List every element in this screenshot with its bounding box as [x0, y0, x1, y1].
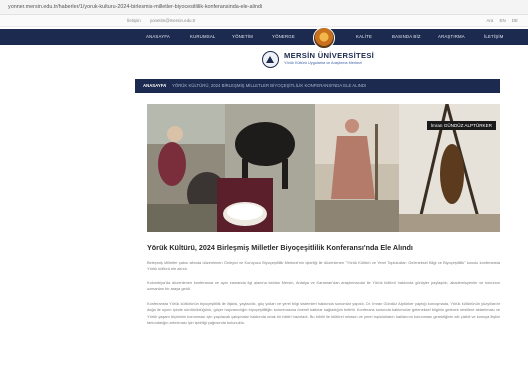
breadcrumb: ANASAYFA / YÖRÜK KÜLTÜRÜ, 2024 BİRLEŞMİŞ…: [135, 79, 500, 93]
university-emblem-icon: [262, 51, 279, 68]
nav-item-press[interactable]: BASINDA BİZ: [392, 34, 421, 39]
nav-item-corporate[interactable]: KURUMSAL: [190, 34, 215, 39]
nav-item-research[interactable]: ARAŞTIRMA: [438, 34, 465, 39]
brand-name: MERSİN ÜNİVERSİTESİ: [284, 51, 375, 60]
nav-item-quality[interactable]: KALİTE: [356, 34, 372, 39]
university-logo-icon[interactable]: [313, 27, 335, 49]
article-title: Yörük Kültürü, 2024 Birleşmiş Milletler …: [147, 243, 413, 252]
browser-address-bar[interactable]: yonner.mersin.edu.tr/haberler/1/yoruk-ku…: [0, 0, 528, 15]
utility-links: İletişim yonetim@mersin.edu.tr: [127, 18, 203, 23]
article-paragraph-1: Birleşmiş Milletler çatısı altında düzen…: [147, 260, 500, 272]
photo-credit: İmran GÜNDÜZ ALPTÜRKER: [426, 121, 496, 130]
nav-item-contact[interactable]: İLETİŞİM: [484, 34, 504, 39]
site-brand[interactable]: MERSİN ÜNİVERSİTESİ Yörük Kültürü Uygula…: [262, 50, 382, 70]
utility-right: Ara EN DE: [481, 18, 518, 23]
main-navigation: ANASAYFA KURUMSAL YÖNETİM YÖNERGE KALİTE…: [0, 27, 528, 49]
article-paragraph-3: Konferansta Yörük kültürünün biyoçeşitli…: [147, 301, 500, 326]
breadcrumb-home[interactable]: ANASAYFA: [143, 83, 166, 88]
nav-item-home[interactable]: ANASAYFA: [146, 34, 170, 39]
contact-link[interactable]: İletişim: [127, 18, 141, 23]
lang-de[interactable]: DE: [512, 18, 518, 23]
search-link[interactable]: Ara: [486, 18, 493, 23]
top-utility-bar: İletişim yonetim@mersin.edu.tr Ara EN DE: [0, 15, 528, 27]
breadcrumb-separator: /: [165, 83, 167, 88]
nav-item-directive[interactable]: YÖNERGE: [272, 34, 295, 39]
breadcrumb-current: YÖRÜK KÜLTÜRÜ, 2024 BİRLEŞMİŞ MİLLETLER …: [172, 83, 367, 88]
lang-en[interactable]: EN: [500, 18, 506, 23]
url-text[interactable]: yonner.mersin.edu.tr/haberler/1/yoruk-ku…: [8, 4, 262, 10]
article-photo-collage: İmran GÜNDÜZ ALPTÜRKER: [147, 104, 500, 232]
article-paragraph-2: Kolombiya'da düzenlenen konferansa ve ay…: [147, 280, 500, 292]
nav-item-management[interactable]: YÖNETİM: [232, 34, 253, 39]
email-link[interactable]: yonetim@mersin.edu.tr: [150, 18, 195, 23]
brand-subtitle: Yörük Kültürü Uygulama ve Araştırma Merk…: [284, 61, 362, 65]
